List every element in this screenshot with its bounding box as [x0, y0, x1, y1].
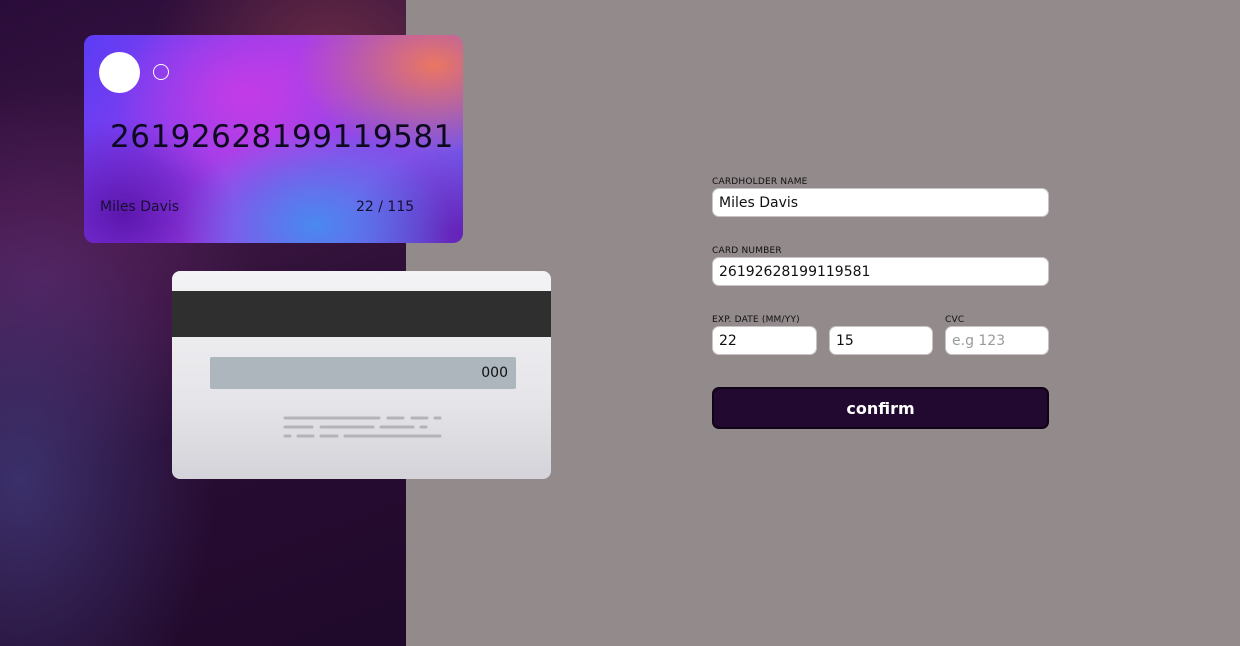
cvc-label: CVC	[945, 315, 965, 325]
confirm-button[interactable]: confirm	[712, 387, 1049, 429]
cardholder-name-input[interactable]	[712, 188, 1049, 217]
exp-month-input[interactable]	[712, 326, 817, 355]
card-front: 26192628199119581 Miles Davis 22 / 115	[84, 35, 463, 243]
card-front-holder-name: Miles Davis	[100, 199, 180, 215]
cardholder-name-label: CARDHOLDER NAME	[712, 177, 808, 187]
card-back: 000	[172, 271, 551, 479]
exp-year-input[interactable]	[829, 326, 933, 355]
card-logo-circle-outline-icon	[153, 64, 169, 80]
cvc-input[interactable]	[945, 326, 1049, 355]
card-number-input[interactable]	[712, 257, 1049, 286]
card-logo-circle-filled-icon	[99, 52, 140, 93]
exp-date-label: EXP. DATE (MM/YY)	[712, 315, 800, 325]
card-front-number: 26192628199119581	[110, 119, 454, 155]
card-back-fine-print-lines	[283, 416, 442, 438]
card-number-label: CARD NUMBER	[712, 246, 782, 256]
card-front-expiry: 22 / 115	[356, 199, 415, 215]
